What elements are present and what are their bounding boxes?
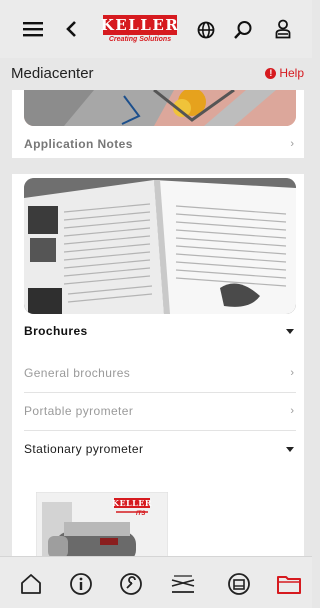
logo-text: KELLER [100,15,180,35]
brochures-image [24,178,296,314]
bottom-nav [0,556,312,608]
brochure-item-portable[interactable]: Portable pyrometer › [24,402,294,420]
logo-tagline: Creating Solutions [108,36,172,43]
devices-icon[interactable] [226,571,252,597]
menu-icon[interactable] [22,19,44,39]
chevron-right-icon: › [290,367,294,379]
divider [24,430,296,431]
caret-down-icon [286,328,294,334]
measurement-icon[interactable] [170,571,196,597]
user-icon[interactable] [273,18,293,40]
help-label: Help [279,66,304,80]
info-icon: ! [265,67,277,79]
item-label: Stationary pyrometer [24,442,144,456]
divider [24,392,296,393]
section-label: Brochures [24,324,88,338]
help-button[interactable]: ! Help [265,66,304,80]
item-label: Portable pyrometer [24,404,134,418]
brochure-item-general[interactable]: General brochures › [24,364,294,382]
application-notes-image [24,90,296,126]
chevron-right-icon: › [290,405,294,417]
section-row-application-notes[interactable]: Application Notes › [24,136,294,152]
item-label: General brochures [24,366,131,380]
product-code: ITS [136,511,146,517]
folder-icon[interactable] [276,571,302,597]
home-icon[interactable] [18,571,44,597]
page-title: Mediacenter [11,65,94,82]
back-arrow-icon[interactable] [62,19,80,39]
info-icon[interactable] [68,571,94,597]
brochure-item-stationary[interactable]: Stationary pyrometer [24,440,294,458]
top-bar: KELLER Creating Solutions [0,0,312,58]
media-list[interactable]: Application Notes › Brochures General br… [0,90,312,556]
keller-logo[interactable]: KELLER Creating Solutions [100,15,180,47]
chevron-right-icon: › [290,138,294,150]
section-card-application-notes[interactable]: Application Notes › [12,90,304,158]
brochure-thumbnail[interactable]: KELLER ITS [36,492,168,556]
globe-icon[interactable] [196,20,216,40]
section-card-brochures[interactable]: Brochures General brochures › Portable p… [12,174,304,556]
page-header: Mediacenter ! Help [0,58,312,90]
caret-down-icon [286,446,294,452]
product-logo-text: KELLER [111,498,153,508]
section-label: Application Notes [24,137,133,151]
service-icon[interactable] [118,571,144,597]
search-icon[interactable] [232,19,254,41]
section-row-brochures[interactable]: Brochures [24,322,294,340]
